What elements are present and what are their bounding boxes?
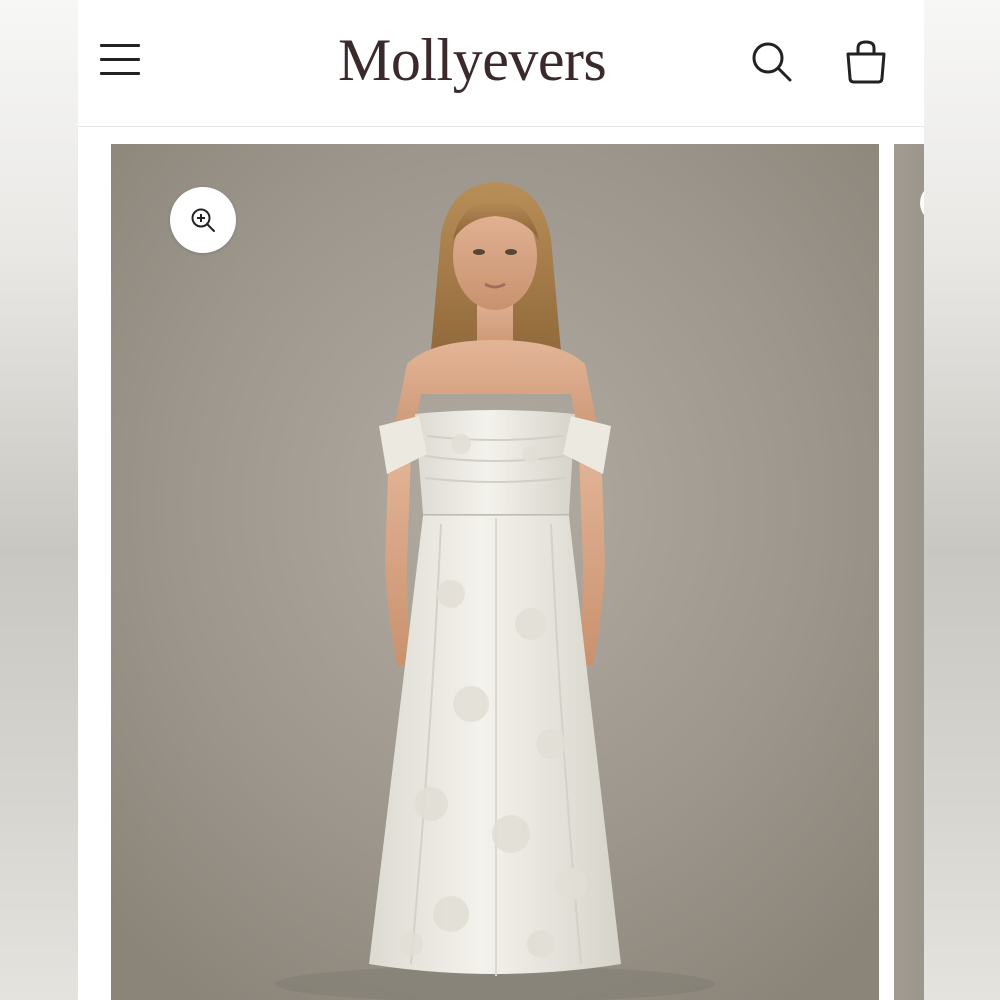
search-button[interactable] — [750, 40, 794, 84]
zoom-in-icon — [191, 208, 215, 232]
product-photo — [111, 144, 879, 1000]
brand-logo[interactable]: Mollyevers — [338, 18, 668, 108]
right-margin — [924, 0, 1000, 1000]
search-icon — [752, 42, 792, 82]
shopping-bag-icon — [846, 40, 886, 84]
hamburger-menu-icon — [100, 58, 140, 61]
mobile-page: Mollyevers — [78, 0, 924, 1000]
product-image-slide[interactable] — [111, 144, 879, 1000]
next-product-image-slide[interactable] — [894, 144, 924, 1000]
hamburger-menu-icon — [100, 44, 140, 47]
cart-button[interactable] — [842, 38, 890, 86]
screenshot-frame: Mollyevers — [0, 0, 1000, 1000]
site-header: Mollyevers — [78, 0, 924, 127]
brand-name: Mollyevers — [338, 27, 607, 93]
menu-button[interactable] — [98, 38, 142, 82]
hamburger-menu-icon — [100, 72, 140, 75]
zoom-button[interactable] — [170, 187, 236, 253]
left-margin — [0, 0, 78, 1000]
product-gallery — [78, 127, 924, 1000]
